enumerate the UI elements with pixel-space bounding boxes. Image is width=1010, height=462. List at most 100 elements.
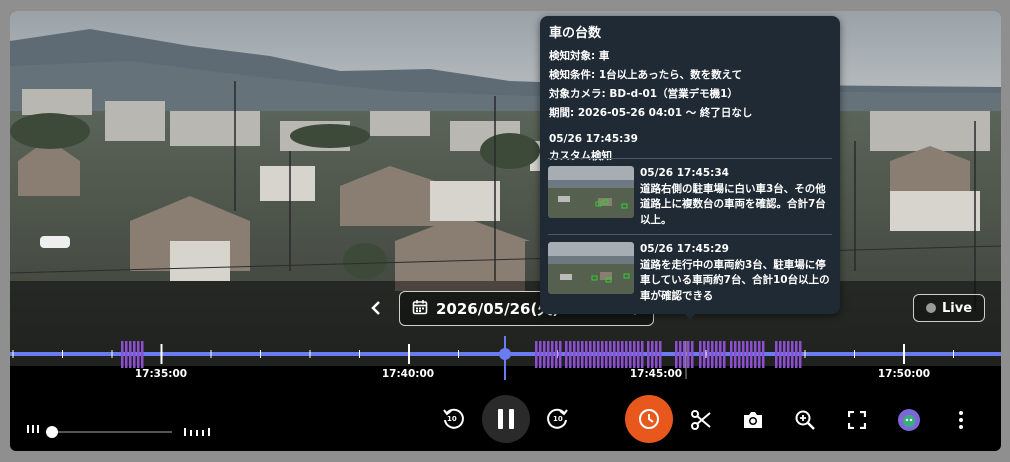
time-tick-label: 17:50:00	[878, 368, 930, 380]
scissors-icon[interactable]	[688, 407, 714, 433]
detection-event-mark	[734, 341, 737, 368]
volume-high-icon[interactable]	[182, 424, 212, 440]
ai-assistant-icon[interactable]	[896, 407, 922, 433]
detection-event-mark	[569, 341, 572, 368]
camera-icon[interactable]	[740, 407, 766, 433]
rewind-seconds: 10	[447, 415, 457, 423]
detection-event-mark	[613, 341, 616, 368]
detection-event-mark	[715, 341, 718, 368]
detection-event-mark	[711, 341, 714, 368]
detection-event-mark	[750, 341, 753, 368]
time-tick-label: 17:40:00	[382, 368, 434, 380]
popup-camera: 対象カメラ: BD-d-01（営業デモ機1）	[549, 88, 738, 100]
detection-event-mark	[625, 341, 628, 368]
pause-button[interactable]	[482, 395, 530, 443]
detection-event-mark	[137, 341, 140, 368]
detection-event-mark	[783, 341, 786, 368]
detection-event-mark	[547, 341, 550, 368]
detection-event-mark	[675, 341, 678, 368]
detection-event-mark	[738, 341, 741, 368]
live-status-dot	[925, 303, 936, 313]
clock-icon	[639, 409, 659, 429]
detection-event-mark	[775, 341, 778, 368]
detection-event-mark	[129, 341, 132, 368]
detection-event-mark	[723, 341, 726, 368]
detection-event-mark	[762, 341, 765, 368]
detection-event-mark	[593, 341, 596, 368]
detection-event-mark	[655, 341, 658, 368]
detection-event-mark	[589, 341, 592, 368]
detection-event-mark	[573, 341, 576, 368]
more-vertical-icon[interactable]	[949, 407, 973, 433]
popup-timestamp: 05/26 17:45:39	[549, 133, 638, 145]
detection-event-mark	[799, 341, 802, 368]
forward-10-icon[interactable]: 10	[545, 406, 571, 432]
volume-slider-knob[interactable]	[46, 426, 58, 438]
event-time: 05/26 17:45:29	[640, 243, 729, 255]
detection-event-mark	[742, 341, 745, 368]
chevron-left-icon[interactable]	[368, 297, 386, 319]
event-card[interactable]: 05/26 17:45:34 道路右側の駐車場に白い車3台、その他道路上に複数台…	[548, 158, 832, 226]
zoom-in-icon[interactable]	[792, 407, 818, 433]
detection-event-mark	[641, 341, 644, 368]
detection-event-mark	[779, 341, 782, 368]
event-card[interactable]: 05/26 17:45:29 道路を走行中の車両約3台、駐車場に停車している車両…	[548, 234, 832, 302]
detection-popup: 車の台数 検知対象: 車 検知条件: 1台以上あったら、数を数えて 対象カメラ:…	[540, 16, 840, 314]
detection-event-mark	[585, 341, 588, 368]
detection-event-mark	[121, 341, 124, 368]
detection-event-mark	[719, 341, 722, 368]
detection-event-mark	[754, 341, 757, 368]
detection-event-mark	[637, 341, 640, 368]
detection-event-mark	[141, 341, 144, 368]
rewind-10-icon[interactable]: 10	[440, 406, 466, 432]
detection-event-mark	[651, 341, 654, 368]
playhead-knob	[499, 348, 511, 360]
fullscreen-icon[interactable]	[844, 407, 870, 433]
detection-event-mark	[633, 341, 636, 368]
detection-event-mark	[787, 341, 790, 368]
detection-event-mark	[746, 341, 749, 368]
popup-pointer	[684, 313, 696, 320]
volume-slider-track[interactable]	[50, 431, 172, 433]
event-thumbnail	[548, 166, 634, 218]
detection-event-mark	[125, 341, 128, 368]
volume-low-icon[interactable]	[26, 421, 42, 437]
detection-event-mark	[679, 341, 682, 368]
detection-event-mark	[703, 341, 706, 368]
event-description: 道路右側の駐車場に白い車3台、その他道路上に複数台の車両を確認。合計7台以上。	[640, 182, 826, 226]
detection-event-mark	[629, 341, 632, 368]
detection-event-mark	[543, 341, 546, 368]
detection-event-mark	[687, 341, 690, 368]
event-description: 道路を走行中の車両約3台、駐車場に停車している車両約7台、合計10台以上の車が確…	[640, 258, 830, 302]
detection-event-mark	[691, 341, 694, 368]
detection-event-mark	[539, 341, 542, 368]
detection-event-mark	[617, 341, 620, 368]
detection-event-mark	[621, 341, 624, 368]
forward-seconds: 10	[553, 415, 563, 423]
detection-event-mark	[791, 341, 794, 368]
detection-event-mark	[535, 341, 538, 368]
popup-condition: 検知条件: 1台以上あったら、数を数えて	[549, 69, 743, 81]
detection-event-mark	[551, 341, 554, 368]
detection-event-mark	[555, 341, 558, 368]
time-tick-label: 17:35:00	[135, 368, 187, 380]
pause-icon	[498, 409, 514, 429]
clock-button[interactable]	[625, 395, 673, 443]
popup-title: 車の台数	[549, 26, 602, 41]
detection-event-mark	[565, 341, 568, 368]
detection-event-mark	[559, 341, 562, 368]
event-thumbnail	[548, 242, 634, 294]
detection-event-mark	[647, 341, 650, 368]
detection-event-mark	[581, 341, 584, 368]
detection-event-mark	[601, 341, 604, 368]
timeline[interactable]: 17:35:00 17:40:00 17:45:00 17:50:00	[10, 336, 1001, 386]
event-time: 05/26 17:45:34	[640, 167, 729, 179]
detection-event-mark	[707, 341, 710, 368]
detection-event-mark	[699, 341, 702, 368]
live-button[interactable]: Live	[913, 294, 985, 322]
detection-event-mark	[758, 341, 761, 368]
detection-event-mark	[795, 341, 798, 368]
detection-event-mark	[683, 341, 686, 368]
detection-event-mark	[730, 341, 733, 368]
live-label: Live	[941, 300, 973, 316]
